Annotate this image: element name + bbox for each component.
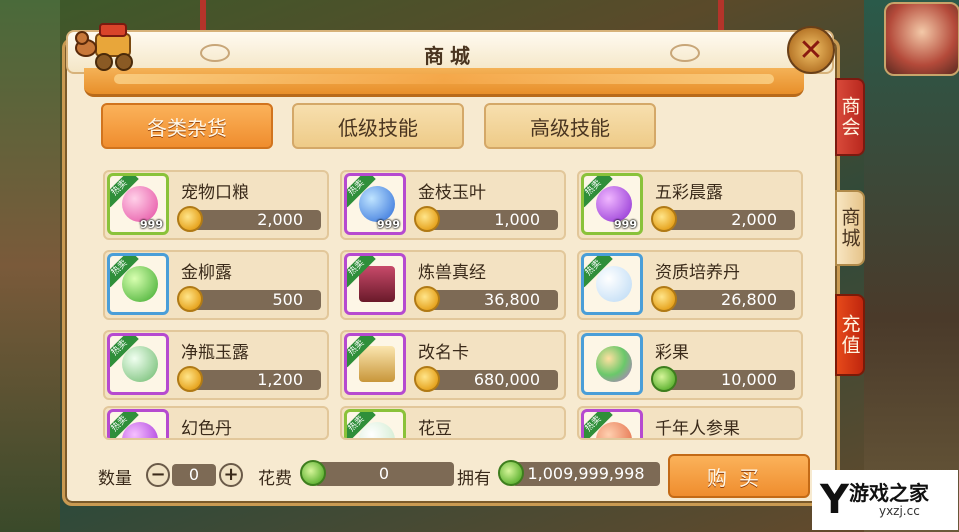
watermark-logo: Y 游戏之家 yxzj.cc (812, 470, 958, 530)
item-name: 炼兽真经 (418, 263, 486, 283)
item-icon-frame: 热卖 (581, 253, 643, 315)
item-name: 宠物口粮 (181, 183, 249, 203)
logo-url: yxzj.cc (878, 504, 920, 518)
cost-value: 0 (314, 462, 454, 486)
book-icon (359, 266, 395, 302)
item-name: 改名卡 (418, 343, 469, 363)
side-tab-guild-shop[interactable]: 商会 (835, 78, 865, 156)
gold-coin-icon (651, 206, 677, 232)
shop-item-card[interactable]: 热卖 净瓶玉露 1,200 (103, 330, 329, 400)
item-icon-frame: 热卖 999 (344, 173, 406, 235)
shop-item-card[interactable]: 热卖 999 宠物口粮 2,000 (103, 170, 329, 240)
item-icon-frame: 热卖 (107, 253, 169, 315)
gold-coin-icon (414, 286, 440, 312)
tab-basic-skills[interactable]: 低级技能 (292, 103, 464, 149)
rainbow-fruit-icon (596, 346, 632, 382)
gold-coin-icon (177, 206, 203, 232)
shop-item-card[interactable]: 彩果 10,000 (577, 330, 803, 400)
gold-coin-icon (177, 366, 203, 392)
white-pearl-icon (596, 266, 632, 302)
item-icon-frame: 热卖 (344, 409, 406, 438)
item-price: 2,000 (191, 210, 321, 230)
pet-food-icon (122, 186, 158, 222)
tab-advanced-skills[interactable]: 高级技能 (484, 103, 656, 149)
item-name: 五彩晨露 (655, 183, 723, 203)
jade-coin-icon (300, 460, 326, 486)
green-gourd-icon (122, 266, 158, 302)
tab-general-goods[interactable]: 各类杂货 (101, 103, 273, 149)
shop-item-card[interactable]: 热卖 炼兽真经 36,800 (340, 250, 566, 320)
gold-coin-icon (414, 206, 440, 232)
item-stock-count: 999 (140, 218, 163, 231)
item-name: 花豆 (418, 419, 452, 439)
item-icon-frame: 热卖 (344, 333, 406, 395)
item-icon-frame: 热卖 999 (107, 173, 169, 235)
jade-bottle-icon (122, 346, 158, 382)
side-tab-recharge[interactable]: 充值 (835, 294, 865, 376)
item-icon-frame: 热卖 999 (581, 173, 643, 235)
jade-coin-icon (498, 460, 524, 486)
gold-coin-icon (177, 286, 203, 312)
title-ribbon (84, 68, 804, 97)
horse-cart-icon (75, 23, 133, 71)
page-title: 商城 (424, 44, 476, 68)
jade-coin-icon (651, 366, 677, 392)
shop-item-card[interactable]: 热卖 改名卡 680,000 (340, 330, 566, 400)
item-price: 500 (191, 290, 321, 310)
quantity-minus-button[interactable]: − (146, 463, 170, 487)
item-price: 2,000 (665, 210, 795, 230)
item-icon-frame: 热卖 (107, 333, 169, 395)
item-stock-count: 999 (377, 218, 400, 231)
item-icon-frame: 热卖 (107, 409, 169, 438)
scroll-icon (359, 346, 395, 382)
item-name: 净瓶玉露 (181, 343, 249, 363)
buy-button[interactable]: 购买 (668, 454, 810, 498)
cost-label: 花费 (258, 469, 292, 489)
item-name: 金枝玉叶 (418, 183, 486, 203)
shop-item-card[interactable]: 热卖 资质培养丹 26,800 (577, 250, 803, 320)
close-button[interactable]: ✕ (787, 26, 835, 74)
player-avatar[interactable] (884, 2, 959, 76)
close-icon: ✕ (798, 32, 824, 68)
quantity-stepper-value[interactable]: 0 (172, 464, 216, 486)
item-price: 26,800 (665, 290, 795, 310)
item-name: 金柳露 (181, 263, 232, 283)
background-left (0, 0, 60, 532)
item-name: 彩果 (655, 343, 689, 363)
item-price: 36,800 (428, 290, 558, 310)
quantity-plus-button[interactable]: + (219, 463, 243, 487)
item-stock-count: 999 (614, 218, 637, 231)
shop-item-card[interactable]: 热卖 花豆 (340, 406, 566, 440)
shop-item-card[interactable]: 热卖 千年人参果 (577, 406, 803, 440)
item-icon-frame: 热卖 (344, 253, 406, 315)
shop-item-card[interactable]: 热卖 999 五彩晨露 2,000 (577, 170, 803, 240)
item-name: 千年人参果 (655, 419, 740, 439)
shop-item-card[interactable]: 热卖 999 金枝玉叶 1,000 (340, 170, 566, 240)
item-price: 1,200 (191, 370, 321, 390)
item-icon-frame: 热卖 (581, 409, 643, 438)
item-name: 资质培养丹 (655, 263, 740, 283)
shop-item-card[interactable]: 热卖 幻色丹 (103, 406, 329, 440)
shop-item-card[interactable]: 热卖 金柳露 500 (103, 250, 329, 320)
gold-coin-icon (414, 366, 440, 392)
blue-vase-icon (359, 186, 395, 222)
quantity-label: 数量 (98, 469, 132, 489)
item-price: 10,000 (665, 370, 795, 390)
item-icon-frame (581, 333, 643, 395)
item-price: 680,000 (428, 370, 558, 390)
item-price: 1,000 (428, 210, 558, 230)
logo-brand: 游戏之家 (848, 481, 929, 505)
gold-coin-icon (651, 286, 677, 312)
side-tab-mall[interactable]: 商城 (835, 190, 865, 266)
teapot-icon (596, 186, 632, 222)
item-name: 幻色丹 (181, 419, 232, 439)
background-right (864, 0, 959, 532)
owned-label: 拥有 (457, 469, 491, 489)
owned-value: 1,009,999,998 (512, 462, 660, 486)
logo-y-icon: Y (820, 477, 849, 523)
